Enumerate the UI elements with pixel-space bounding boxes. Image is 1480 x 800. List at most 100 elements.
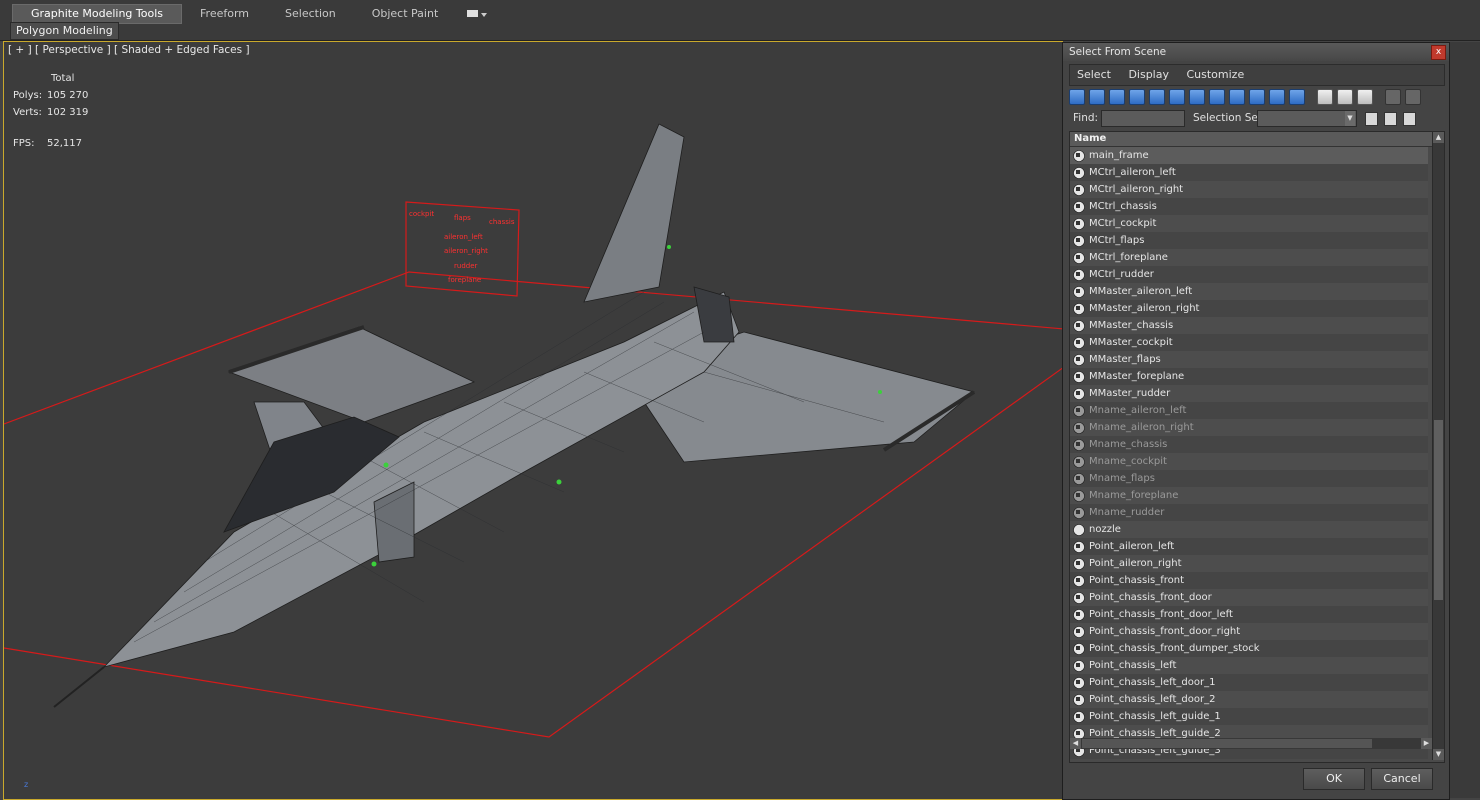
display-xrefs-icon[interactable]: [1209, 89, 1225, 105]
list-item[interactable]: MCtrl_cockpit: [1070, 215, 1428, 232]
list-item[interactable]: Point_chassis_front_door_right: [1070, 623, 1428, 640]
list-item[interactable]: MMaster_cockpit: [1070, 334, 1428, 351]
subtab-polygon-modeling[interactable]: Polygon Modeling: [10, 22, 119, 40]
cancel-button[interactable]: Cancel: [1371, 768, 1433, 790]
display-shapes-icon[interactable]: [1089, 89, 1105, 105]
tab-graphite-modeling-tools[interactable]: Graphite Modeling Tools: [12, 3, 183, 24]
list-item[interactable]: Mname_rudder: [1070, 504, 1428, 521]
list-item[interactable]: MCtrl_flaps: [1070, 232, 1428, 249]
scroll-down-icon[interactable]: ▼: [1433, 749, 1444, 760]
helper-object-icon: [1073, 574, 1085, 587]
hscroll-thumb[interactable]: [1082, 739, 1372, 748]
list-item-label: Point_chassis_left_guide_1: [1089, 711, 1221, 722]
close-button[interactable]: x: [1431, 45, 1446, 60]
scroll-thumb[interactable]: [1434, 420, 1443, 600]
list-item[interactable]: MCtrl_rudder: [1070, 266, 1428, 283]
list-item[interactable]: MMaster_foreplane: [1070, 368, 1428, 385]
filter-icon[interactable]: [1385, 89, 1401, 105]
list-item[interactable]: Point_aileron_right: [1070, 555, 1428, 572]
find-row: Find: Selection Set: ▼: [1069, 109, 1443, 129]
display-groups-icon[interactable]: [1189, 89, 1205, 105]
dialog-titlebar[interactable]: Select From Scene x: [1063, 43, 1449, 61]
list-item[interactable]: MCtrl_aileron_left: [1070, 164, 1428, 181]
control-label-flaps[interactable]: flaps: [454, 214, 471, 222]
horizontal-scrollbar[interactable]: ◀ ▶: [1070, 738, 1432, 749]
helper-object-icon: [1073, 489, 1085, 502]
list-item[interactable]: MCtrl_foreplane: [1070, 249, 1428, 266]
create-selection-set-icon[interactable]: [1365, 112, 1378, 126]
display-cameras-icon[interactable]: [1129, 89, 1145, 105]
list-item[interactable]: MCtrl_chassis: [1070, 198, 1428, 215]
control-label-aileron-right[interactable]: aileron_right: [444, 247, 488, 255]
display-helpers-icon[interactable]: [1149, 89, 1165, 105]
select-none-icon[interactable]: [1337, 89, 1353, 105]
list-item[interactable]: Point_chassis_front: [1070, 572, 1428, 589]
display-hidden-icon[interactable]: [1289, 89, 1305, 105]
list-item-label: MMaster_aileron_left: [1089, 286, 1193, 297]
vertical-scrollbar[interactable]: ▲ ▼: [1432, 132, 1444, 760]
tab-object-paint[interactable]: Object Paint: [354, 5, 457, 23]
ribbon: Graphite Modeling Tools Freeform Selecti…: [0, 0, 1480, 41]
perspective-viewport[interactable]: [ + ] [ Perspective ] [ Shaded + Edged F…: [3, 41, 1063, 800]
remove-from-selection-set-icon[interactable]: [1403, 112, 1416, 126]
list-item-label: MCtrl_aileron_right: [1089, 184, 1184, 195]
add-to-selection-set-icon[interactable]: [1384, 112, 1397, 126]
select-all-icon[interactable]: [1317, 89, 1333, 105]
scroll-right-icon[interactable]: ▶: [1421, 738, 1432, 749]
display-containers-icon[interactable]: [1249, 89, 1265, 105]
list-item[interactable]: Point_aileron_left: [1070, 538, 1428, 555]
display-geometry-icon[interactable]: [1069, 89, 1085, 105]
list-item[interactable]: Point_chassis_left_door_2: [1070, 691, 1428, 708]
viewport-label[interactable]: [ + ] [ Perspective ] [ Shaded + Edged F…: [8, 44, 250, 56]
menu-select[interactable]: Select: [1070, 65, 1118, 85]
list-item[interactable]: MMaster_aileron_right: [1070, 300, 1428, 317]
ok-button[interactable]: OK: [1303, 768, 1365, 790]
find-label: Find:: [1073, 112, 1099, 124]
jet-fuselage: [102, 291, 740, 668]
list-item[interactable]: Mname_flaps: [1070, 470, 1428, 487]
list-item[interactable]: MMaster_aileron_left: [1070, 283, 1428, 300]
control-label-aileron-left[interactable]: aileron_left: [444, 233, 483, 241]
list-item[interactable]: Mname_cockpit: [1070, 453, 1428, 470]
list-item[interactable]: MMaster_flaps: [1070, 351, 1428, 368]
tab-freeform[interactable]: Freeform: [182, 5, 267, 23]
list-item[interactable]: Point_chassis_front_door_left: [1070, 606, 1428, 623]
menu-customize[interactable]: Customize: [1179, 65, 1251, 85]
list-item[interactable]: Point_chassis_left: [1070, 657, 1428, 674]
helper-object-icon: [1073, 421, 1085, 434]
display-frozen-icon[interactable]: [1269, 89, 1285, 105]
list-item-label: Mname_flaps: [1089, 473, 1155, 484]
list-item[interactable]: MMaster_chassis: [1070, 317, 1428, 334]
list-item[interactable]: nozzle: [1070, 521, 1428, 538]
control-label-chassis[interactable]: chassis: [489, 218, 514, 226]
display-bones-icon[interactable]: [1229, 89, 1245, 105]
list-item[interactable]: main_frame: [1070, 147, 1428, 164]
display-spacewarps-icon[interactable]: [1169, 89, 1185, 105]
filter-options-icon[interactable]: [1405, 89, 1421, 105]
list-item[interactable]: MMaster_rudder: [1070, 385, 1428, 402]
tab-selection[interactable]: Selection: [267, 5, 354, 23]
list-item[interactable]: Mname_aileron_left: [1070, 402, 1428, 419]
list-item[interactable]: Mname_foreplane: [1070, 487, 1428, 504]
scroll-left-icon[interactable]: ◀: [1070, 738, 1081, 749]
list-item[interactable]: Point_chassis_front_dumper_stock: [1070, 640, 1428, 657]
list-item-label: main_frame: [1089, 150, 1149, 161]
control-label-cockpit[interactable]: cockpit: [409, 210, 434, 218]
display-lights-icon[interactable]: [1109, 89, 1125, 105]
object-list[interactable]: Name main_frame MCtrl_aileron_left MCtrl_a…: [1069, 131, 1445, 763]
find-input[interactable]: [1101, 110, 1185, 127]
list-item[interactable]: MCtrl_aileron_right: [1070, 181, 1428, 198]
control-label-foreplane[interactable]: foreplane: [448, 276, 481, 284]
list-item[interactable]: Mname_aileron_right: [1070, 419, 1428, 436]
control-label-rudder[interactable]: rudder: [454, 262, 477, 270]
list-item[interactable]: Point_chassis_left_guide_1: [1070, 708, 1428, 725]
list-item[interactable]: Point_chassis_front_door: [1070, 589, 1428, 606]
list-header-name[interactable]: Name: [1070, 132, 1432, 147]
scroll-up-icon[interactable]: ▲: [1433, 132, 1444, 143]
list-item[interactable]: Mname_chassis: [1070, 436, 1428, 453]
select-invert-icon[interactable]: [1357, 89, 1373, 105]
selection-set-dropdown[interactable]: ▼: [1257, 110, 1357, 127]
menu-display[interactable]: Display: [1121, 65, 1176, 85]
ribbon-options-button[interactable]: [456, 9, 498, 19]
list-item[interactable]: Point_chassis_left_door_1: [1070, 674, 1428, 691]
